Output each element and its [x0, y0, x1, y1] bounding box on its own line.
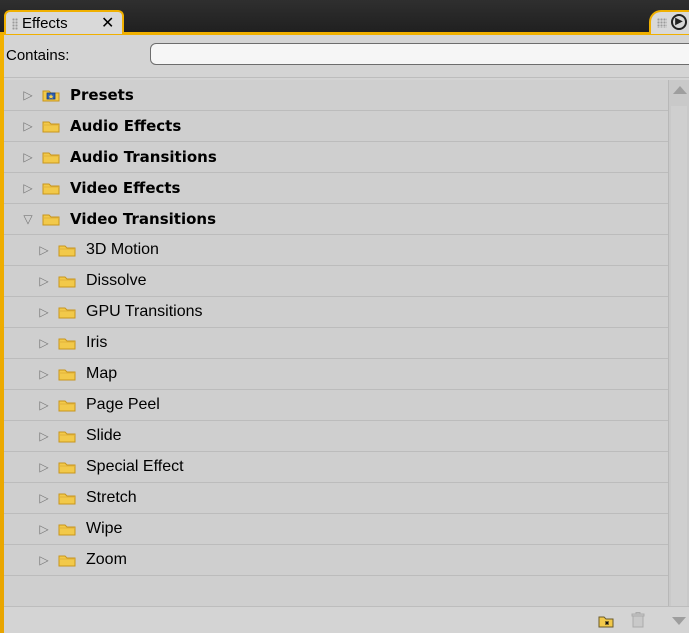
effects-panel: Effects ✕ ▶ Contains: ▷ Presets ▷ Audio … [0, 0, 689, 633]
tree-item-audio-effects[interactable]: ▷ Audio Effects [4, 111, 668, 142]
tree-item-label: Slide [86, 427, 122, 444]
tree-item-label: Video Transitions [70, 210, 217, 228]
tree-item-label: Special Effect [86, 458, 184, 475]
tree-item-label: Dissolve [86, 272, 147, 289]
grip-icon [657, 18, 667, 28]
expand-arrow-icon[interactable]: ▷ [38, 429, 50, 443]
folder-icon [58, 429, 76, 443]
tab-strip: Effects ✕ ▶ [0, 0, 689, 35]
folder-icon [58, 336, 76, 350]
expand-arrow-icon[interactable]: ▷ [38, 522, 50, 536]
tree-item-stretch[interactable]: ▷ Stretch [4, 483, 668, 514]
tree-item-dissolve[interactable]: ▷ Dissolve [4, 266, 668, 297]
tree-item-3d-motion[interactable]: ▷ 3D Motion [4, 235, 668, 266]
tree-item-label: Audio Effects [70, 117, 182, 135]
folder-icon [42, 150, 60, 164]
expand-arrow-icon[interactable]: ▷ [22, 119, 34, 133]
tree-item-video-transitions[interactable]: ▽ Video Transitions [4, 204, 668, 235]
folder-icon [58, 243, 76, 257]
tree-item-wipe[interactable]: ▷ Wipe [4, 514, 668, 545]
folder-icon [58, 491, 76, 505]
tree-item-label: GPU Transitions [86, 303, 203, 320]
preset-folder-icon [42, 88, 60, 102]
folder-icon [58, 367, 76, 381]
folder-icon [42, 119, 60, 133]
expand-arrow-icon[interactable]: ▷ [38, 367, 50, 381]
panel-menu-icon[interactable]: ▶ [671, 14, 687, 30]
vertical-scrollbar[interactable] [668, 80, 689, 606]
folder-icon [58, 522, 76, 536]
tree-item-label: Wipe [86, 520, 123, 537]
tree-item-label: Video Effects [70, 179, 181, 197]
folder-icon [42, 181, 60, 195]
folder-icon [58, 274, 76, 288]
trash-icon[interactable] [631, 612, 645, 628]
scroll-down-icon[interactable] [672, 617, 686, 625]
expand-arrow-icon[interactable]: ▷ [38, 243, 50, 257]
tree-item-label: Audio Transitions [70, 148, 217, 166]
tree-item-slide[interactable]: ▷ Slide [4, 421, 668, 452]
tree-item-iris[interactable]: ▷ Iris [4, 328, 668, 359]
expand-arrow-icon[interactable]: ▷ [22, 88, 34, 102]
tree-item-label: Map [86, 365, 118, 382]
tree-item-audio-transitions[interactable]: ▷ Audio Transitions [4, 142, 668, 173]
tree-item-page-peel[interactable]: ▷ Page Peel [4, 390, 668, 421]
tree-item-label: Zoom [86, 551, 127, 568]
expand-arrow-icon[interactable]: ▷ [38, 491, 50, 505]
expand-arrow-icon[interactable]: ▷ [38, 274, 50, 288]
folder-icon [58, 305, 76, 319]
tree-item-zoom[interactable]: ▷ Zoom [4, 545, 668, 576]
tree-item-label: Iris [86, 334, 108, 351]
tree-item-gpu-transitions[interactable]: ▷ GPU Transitions [4, 297, 668, 328]
search-input[interactable] [150, 43, 689, 65]
scroll-up-icon[interactable] [673, 86, 687, 94]
grip-icon[interactable] [12, 18, 18, 30]
tree-item-label: Page Peel [86, 396, 160, 413]
expand-arrow-icon[interactable]: ▷ [22, 181, 34, 195]
expand-arrow-icon[interactable]: ▷ [38, 336, 50, 350]
tab-title: Effects [22, 15, 68, 32]
panel-menu-button[interactable]: ▶ [649, 10, 689, 34]
tree-item-map[interactable]: ▷ Map [4, 359, 668, 390]
tree-item-label: Stretch [86, 489, 137, 506]
tab-effects[interactable]: Effects ✕ [4, 10, 124, 34]
tree-item-presets[interactable]: ▷ Presets [4, 80, 668, 111]
expand-arrow-icon[interactable]: ▷ [38, 305, 50, 319]
expand-arrow-icon[interactable]: ▷ [38, 553, 50, 567]
folder-icon [58, 553, 76, 567]
collapse-arrow-icon[interactable]: ▽ [22, 212, 34, 226]
tree-item-video-effects[interactable]: ▷ Video Effects [4, 173, 668, 204]
expand-arrow-icon[interactable]: ▷ [22, 150, 34, 164]
tree-item-special-effect[interactable]: ▷ Special Effect [4, 452, 668, 483]
effects-tree: ▷ Presets ▷ Audio Effects ▷ Audio Transi… [4, 80, 668, 606]
close-tab-icon[interactable]: ✕ [101, 15, 114, 33]
panel-footer [4, 606, 689, 633]
folder-icon [58, 460, 76, 474]
search-label: Contains: [6, 47, 70, 64]
tree-item-label: Presets [70, 86, 134, 104]
search-row: Contains: [4, 35, 689, 78]
new-bin-icon[interactable] [598, 614, 614, 628]
expand-arrow-icon[interactable]: ▷ [38, 398, 50, 412]
tree-item-label: 3D Motion [86, 241, 159, 258]
folder-icon [58, 398, 76, 412]
scrollbar-track[interactable] [671, 106, 687, 606]
expand-arrow-icon[interactable]: ▷ [38, 460, 50, 474]
folder-icon [42, 212, 60, 226]
